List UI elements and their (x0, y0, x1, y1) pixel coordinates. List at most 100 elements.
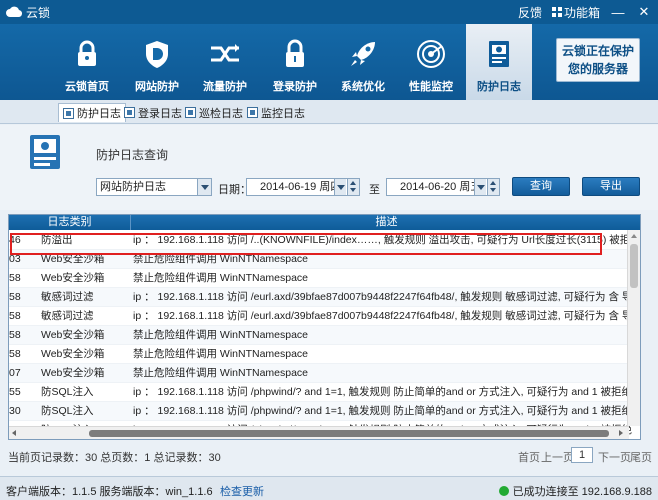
date-spinner-icon[interactable] (347, 179, 359, 195)
vertical-scrollbar[interactable] (627, 230, 640, 426)
row-log-type: 敏感词过滤 (41, 310, 94, 322)
cloud-lock-logo-icon (6, 6, 22, 18)
scroll-thumb[interactable] (89, 430, 609, 437)
close-button[interactable]: ✕ (636, 4, 652, 20)
tab-protection-log[interactable]: 防护日志 (58, 103, 126, 122)
sub-tabs: 防护日志 登录日志 巡检日志 监控日志 (0, 100, 658, 124)
table-row[interactable]: 58 Web安全沙箱 禁止危险组件调用 WinNTNamespace (9, 269, 640, 288)
row-log-type: Web安全沙箱 (41, 367, 105, 379)
check-update-link[interactable]: 检查更新 (220, 483, 264, 499)
date-from-picker[interactable]: 2014-06-19 周四 (246, 178, 360, 196)
feedback-link[interactable]: 反馈 (518, 4, 542, 21)
nav-label: 防护日志 (477, 81, 521, 93)
row-description: 禁止危险组件调用 WinNTNamespace (133, 329, 309, 341)
row-id: 58 (9, 272, 21, 284)
nav-protection-log[interactable]: 防护日志 (466, 24, 532, 100)
nav-home[interactable]: 云锁首页 (54, 24, 120, 100)
first-page-link[interactable]: 首页 (518, 449, 540, 465)
table-row[interactable]: 58 敏感词过滤 ip ： 192.168.1.118 访问 /eurl.axd/3… (9, 307, 640, 326)
row-id: 30 (9, 405, 21, 417)
scroll-up-icon[interactable] (631, 234, 637, 238)
shield-d-icon (146, 41, 168, 68)
next-page-link[interactable]: 下一页 (598, 449, 631, 465)
pager: 当前页记录数：30 总页数：1 总记录数：30 首页 上一页 1 下一页 尾页 (0, 444, 658, 466)
connected-icon (498, 486, 509, 496)
function-box-button[interactable]: 功能箱 (551, 4, 600, 21)
header-description[interactable]: 描述 (131, 215, 640, 230)
query-button[interactable]: 查询 (512, 177, 570, 196)
query-title: 防护日志查询 (96, 148, 169, 162)
page-input[interactable]: 1 (571, 447, 593, 463)
nav-performance-monitor[interactable]: 性能监控 (398, 24, 464, 100)
tab-label: 登录日志 (138, 107, 182, 120)
scroll-left-icon[interactable] (12, 430, 16, 436)
date-to-value: 2014-06-20 周五 (400, 181, 482, 193)
protection-status-banner: 云锁正在保护 您的服务器 (556, 38, 640, 82)
row-id: 58 (9, 310, 21, 322)
log-type-select[interactable]: 网站防护日志 (96, 178, 212, 196)
log-tab-icon (247, 107, 258, 118)
title-bar: 云锁 反馈 功能箱 — ✕ (0, 0, 658, 24)
row-id: 46 (9, 234, 21, 246)
grid-icon (551, 7, 562, 17)
scroll-thumb[interactable] (630, 244, 638, 288)
row-log-type: 防溢出 (41, 234, 73, 246)
log-table: 日志类别 描述 46 防溢出 ip ： 192.168.1.118 访问 /..(K… (8, 214, 641, 440)
record-info: 当前页记录数：30 总页数：1 总记录数：30 (8, 452, 221, 464)
calendar-dropdown-icon[interactable] (334, 179, 346, 195)
rocket-icon (351, 42, 375, 66)
table-row[interactable]: 55 防SQL注入 ip ： 192.168.1.118 访问 /phpwind/?… (9, 383, 640, 402)
prev-page-link[interactable]: 上一页 (541, 449, 574, 465)
padlock-icon (286, 39, 304, 67)
log-tab-icon (185, 107, 196, 118)
traffic-icon (211, 44, 239, 62)
table-row[interactable]: 58 Web安全沙箱 禁止危险组件调用 WinNTNamespace (9, 326, 640, 345)
header-log-type[interactable]: 日志类别 (9, 215, 131, 230)
table-row[interactable]: 30 防SQL注入 ip ： 192.168.1.118 访问 /phpwind/?… (9, 402, 640, 421)
to-label: 至 (369, 184, 380, 196)
nav-label: 登录防护 (273, 81, 317, 93)
row-log-type: Web安全沙箱 (41, 272, 105, 284)
tab-label: 防护日志 (77, 108, 121, 120)
export-button[interactable]: 导出 (582, 177, 640, 196)
horizontal-scrollbar[interactable] (9, 426, 629, 439)
row-id: 07 (9, 367, 21, 379)
row-id: 55 (9, 386, 21, 398)
table-row[interactable]: 46 防溢出 ip ： 192.168.1.118 访问 /..(KNOWNFILE… (9, 231, 640, 250)
connection-status: 已成功连接至 192.168.9.188 (498, 483, 652, 499)
nav-system-optimize[interactable]: 系统优化 (330, 24, 396, 100)
row-description: ip ： 192.168.1.118 访问 /phpwind/? and 1=1… (133, 405, 633, 417)
minimize-button[interactable]: — (610, 5, 626, 20)
chevron-down-icon[interactable] (197, 179, 211, 195)
table-row[interactable]: 58 敏感词过滤 ip ： 192.168.1.118 访问 /eurl.axd/3… (9, 288, 640, 307)
row-description: 禁止危险组件调用 WinNTNamespace (133, 367, 309, 379)
nav-website-protection[interactable]: 网站防护 (124, 24, 190, 100)
version-info: 客户端版本：1.1.5 服务端版本：win_1.1.6 (6, 486, 213, 498)
table-row[interactable]: 07 Web安全沙箱 禁止危险组件调用 WinNTNamespace (9, 364, 640, 383)
row-log-type: Web安全沙箱 (41, 329, 105, 341)
last-page-link[interactable]: 尾页 (630, 449, 652, 465)
date-spinner-icon[interactable] (487, 179, 499, 195)
date-to-picker[interactable]: 2014-06-20 周五 (386, 178, 500, 196)
log-tab-icon (124, 107, 135, 118)
row-id: 58 (9, 348, 21, 360)
row-id: 03 (9, 253, 21, 265)
nav-login-protection[interactable]: 登录防护 (262, 24, 328, 100)
row-description: ip ： 192.168.1.118 访问 /eurl.axd/39bfae87… (133, 310, 633, 322)
main-nav: 云锁首页 网站防护 流量防护 登录防护 系统优化 性能监控 防护日志 云锁正在保… (0, 24, 658, 100)
connection-text: 已成功连接至 192.168.9.188 (512, 486, 652, 498)
query-panel: 防护日志查询 网站防护日志 日期： 2014-06-19 周四 至 2014-0… (0, 125, 658, 210)
scroll-right-icon[interactable] (619, 430, 623, 436)
status-bar: 客户端版本：1.1.5 服务端版本：win_1.1.6 检查更新 已成功连接至 … (0, 476, 658, 500)
app-title: 云锁 (26, 5, 51, 20)
tab-label: 巡检日志 (199, 107, 243, 120)
tab-monitor-log[interactable]: 监控日志 (243, 103, 309, 122)
table-row[interactable]: 58 Web安全沙箱 禁止危险组件调用 WinNTNamespace (9, 345, 640, 364)
row-description: 禁止危险组件调用 WinNTNamespace (133, 272, 309, 284)
tab-inspection-log[interactable]: 巡检日志 (181, 103, 247, 122)
nav-traffic-protection[interactable]: 流量防护 (192, 24, 258, 100)
log-document-icon (30, 135, 60, 169)
tab-login-log[interactable]: 登录日志 (120, 103, 186, 122)
calendar-dropdown-icon[interactable] (474, 179, 486, 195)
table-row[interactable]: 03 Web安全沙箱 禁止危险组件调用 WinNTNamespace (9, 250, 640, 269)
